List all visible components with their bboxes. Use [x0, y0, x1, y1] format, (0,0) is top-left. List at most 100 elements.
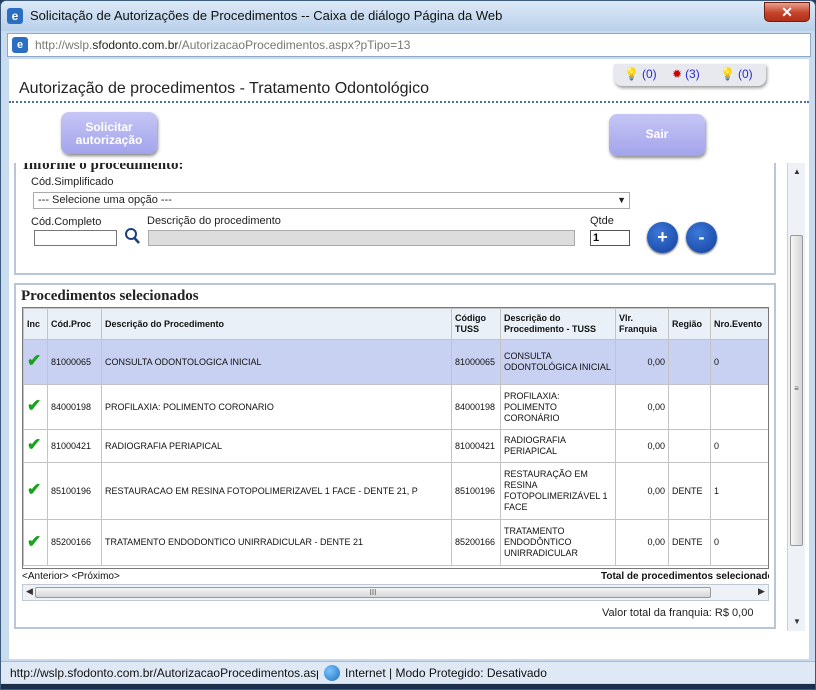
tuss-cell: 84000198	[451, 384, 501, 430]
inc-cell[interactable]: ✔	[23, 519, 48, 566]
col-header-regiao[interactable]: Região	[668, 308, 711, 340]
col-header-desc-tuss[interactable]: Descrição do Procedimento - TUSS	[500, 308, 616, 340]
evento-cell: 0	[710, 339, 768, 385]
notification-alert[interactable]: ✹ (3)	[672, 67, 700, 81]
table-row[interactable]: ✔ 81000065 CONSULTA ODONTOLOGICA INICIAL…	[23, 339, 768, 385]
cod-proc-cell: 85200166	[47, 519, 102, 566]
page-content: Autorização de procedimentos - Tratament…	[9, 59, 809, 659]
evento-cell: 1	[710, 462, 768, 520]
horizontal-scroll-thumb[interactable]: III	[35, 587, 711, 598]
procedures-heading: Procedimentos selecionados	[21, 288, 199, 304]
table-header-row: Inc Cód.Proc Descrição do Procedimento C…	[23, 308, 768, 340]
col-header-descricao[interactable]: Descrição do Procedimento	[101, 308, 452, 340]
status-bar: http://wslp.sfodonto.com.br/AutorizacaoP…	[1, 661, 815, 683]
cod-completo-label: Cód.Completo	[31, 216, 102, 228]
descricao-cell: TRATAMENTO ENDODONTICO UNIRRADICULAR - D…	[101, 519, 452, 566]
solicitar-label-2: autorização	[75, 133, 143, 147]
window-title: Solicitação de Autorizações de Procedime…	[30, 8, 503, 23]
regiao-cell: DENTE	[668, 519, 711, 566]
inc-cell[interactable]: ✔	[23, 384, 48, 430]
horizontal-scrollbar[interactable]: ◀ III ▶	[22, 584, 769, 601]
franquia-total: Valor total da franquia: R$ 0,00	[602, 607, 754, 619]
regiao-cell	[668, 429, 711, 463]
table-row[interactable]: ✔ 85200166 TRATAMENTO ENDODONTICO UNIRRA…	[23, 519, 768, 566]
add-procedure-button[interactable]: +	[647, 222, 678, 253]
scroll-up-icon[interactable]: ▲	[793, 167, 801, 176]
page-header: Autorização de procedimentos - Tratament…	[9, 59, 809, 103]
address-bar[interactable]: e http://wslp.sfodonto.com.br/Autorizaca…	[7, 33, 811, 57]
globe-icon	[324, 665, 340, 681]
descricao-cell: CONSULTA ODONTOLOGICA INICIAL	[101, 339, 452, 385]
status-url: http://wslp.sfodonto.com.br/AutorizacaoP…	[10, 666, 318, 680]
url-prefix: http://wslp.	[35, 38, 93, 52]
url-path: /AutorizacaoProcedimentos.aspx?pTipo=13	[178, 38, 411, 52]
close-button[interactable]: ✕	[764, 2, 810, 22]
col-header-tuss[interactable]: Código TUSS	[451, 308, 501, 340]
alert-gear-icon: ✹	[672, 67, 683, 81]
remove-procedure-button[interactable]: -	[686, 222, 717, 253]
inc-cell[interactable]: ✔	[23, 462, 48, 520]
vertical-scroll-thumb[interactable]: ≡	[790, 235, 803, 546]
scroll-right-icon[interactable]: ▶	[758, 586, 765, 597]
security-zone[interactable]: Internet | Modo Protegido: Desativado	[345, 666, 547, 680]
tuss-cell: 85200166	[451, 519, 501, 566]
col-header-inc[interactable]: Inc	[23, 308, 48, 340]
col-header-evento[interactable]: Nro.Evento	[710, 308, 768, 340]
qtde-input[interactable]: 1	[590, 230, 630, 246]
scroll-left-icon[interactable]: ◀	[26, 586, 33, 597]
descricao-cell: RESTAURACAO EM RESINA FOTOPOLIMERIZAVEL …	[101, 462, 452, 520]
descricao-label: Descrição do procedimento	[147, 215, 281, 227]
descricao-field	[148, 230, 575, 246]
inc-cell[interactable]: ✔	[23, 429, 48, 463]
notifications-bar: 💡 (0) ✹ (3) 💡 (0)	[614, 64, 766, 86]
cod-proc-cell: 84000198	[47, 384, 102, 430]
col-header-franquia[interactable]: Vlr. Franquia	[615, 308, 669, 340]
franquia-cell: 0,00	[615, 519, 669, 566]
table-row[interactable]: ✔ 84000198 PROFILAXIA: POLIMENTO CORONAR…	[23, 384, 768, 430]
scroll-down-icon[interactable]: ▼	[793, 617, 801, 626]
procedures-table: Inc Cód.Proc Descrição do Procedimento C…	[23, 308, 768, 566]
desc-tuss-cell: CONSULTA ODONTOLÓGICA INICIAL	[500, 339, 616, 385]
search-icon[interactable]	[124, 227, 141, 245]
desc-tuss-cell: RESTAURAÇÃO EM RESINA FOTOPOLIMERIZÁVEL …	[500, 462, 616, 520]
franquia-cell: 0,00	[615, 339, 669, 385]
sair-button[interactable]: Sair	[609, 114, 705, 156]
scroll-area: Informe o procedimento: Cód.Simplificado…	[9, 163, 809, 633]
procedure-form-section: Informe o procedimento: Cód.Simplificado…	[14, 163, 776, 275]
notification-lightbulb-2[interactable]: 💡 (0)	[720, 67, 753, 81]
lightbulb-icon: 💡	[624, 67, 639, 81]
descricao-cell: RADIOGRAFIA PERIAPICAL	[101, 429, 452, 463]
inc-cell[interactable]: ✔	[23, 339, 48, 385]
cod-simplificado-select[interactable]: --- Selecione uma opção --- ▼	[33, 192, 630, 209]
table-row[interactable]: ✔ 85100196 RESTAURACAO EM RESINA FOTOPOL…	[23, 462, 768, 520]
checkmark-icon: ✔	[27, 351, 42, 370]
cod-proc-cell: 85100196	[47, 462, 102, 520]
table-row[interactable]: ✔ 81000421 RADIOGRAFIA PERIAPICAL 810004…	[23, 429, 768, 463]
regiao-cell	[668, 339, 711, 385]
tuss-cell: 81000421	[451, 429, 501, 463]
cod-simplificado-label: Cód.Simplificado	[31, 176, 114, 188]
vertical-scrollbar[interactable]: ▲ ≡ ▼	[787, 163, 805, 631]
tuss-cell: 81000065	[451, 339, 501, 385]
notification-lightbulb-1[interactable]: 💡 (0)	[624, 67, 657, 81]
ie-page-icon: e	[7, 8, 23, 24]
cod-completo-input[interactable]	[34, 230, 117, 246]
franquia-cell: 0,00	[615, 462, 669, 520]
evento-cell: 0	[710, 519, 768, 566]
col-header-cod-proc[interactable]: Cód.Proc	[47, 308, 102, 340]
checkmark-icon: ✔	[27, 435, 42, 454]
dialog-window: e Solicitação de Autorizações de Procedi…	[0, 0, 816, 690]
regiao-cell	[668, 384, 711, 430]
evento-cell: 0	[710, 429, 768, 463]
descricao-cell: PROFILAXIA: POLIMENTO CORONARIO	[101, 384, 452, 430]
cod-proc-cell: 81000065	[47, 339, 102, 385]
taskbar-strip	[1, 684, 815, 689]
notification-count: (0)	[737, 67, 753, 81]
desc-tuss-cell: TRATAMENTO ENDODÔNTICO UNIRRADICULAR	[500, 519, 616, 566]
url-domain: sfodonto.com.br	[92, 38, 179, 52]
page-title: Autorização de procedimentos - Tratament…	[19, 80, 430, 97]
grid-pager[interactable]: <Anterior> <Próximo>	[22, 571, 120, 582]
solicitar-autorizacao-button[interactable]: Solicitar autorização	[61, 112, 157, 154]
lightbulb-icon: 💡	[720, 67, 735, 81]
checkmark-icon: ✔	[27, 531, 42, 551]
